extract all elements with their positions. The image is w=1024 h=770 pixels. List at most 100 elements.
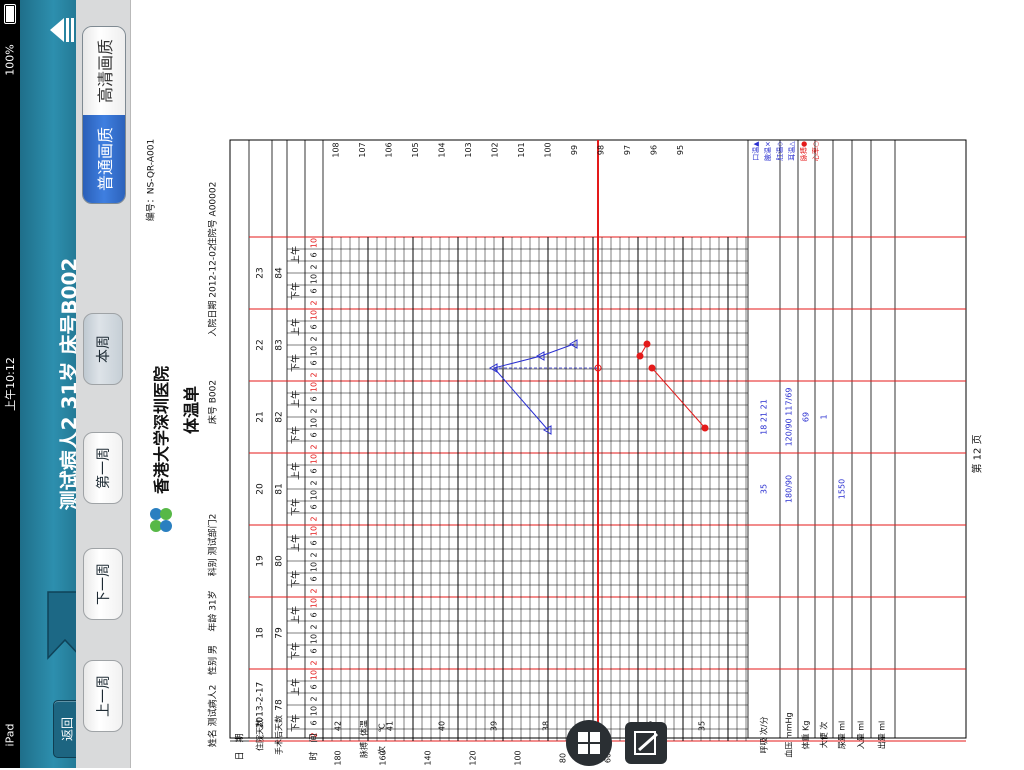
- hour-label: 6: [310, 468, 319, 473]
- day-date: 21: [256, 411, 266, 422]
- temperature-chart: 2013-2-17 78上午下午2610261018 79上午下午261026101…: [229, 139, 967, 766]
- row-label-hosp-days: 住院天数: [255, 719, 265, 751]
- day-hosp-days: 81: [275, 483, 285, 494]
- pm-label: 下午: [290, 426, 302, 444]
- hour-label: 6: [310, 576, 319, 581]
- fahrenheit-tick: 95: [676, 145, 685, 155]
- hour-label: 6: [310, 396, 319, 401]
- pulse-line: [651, 367, 706, 429]
- fahrenheit-tick: 97: [623, 145, 632, 155]
- fahrenheit-tick: 103: [464, 142, 473, 157]
- hour-label: 2: [310, 552, 319, 557]
- hour-label: 2: [310, 660, 319, 665]
- row-label-intake: 入量 ml: [857, 721, 866, 750]
- grid-icon: [578, 732, 600, 754]
- hour-label: 2: [310, 408, 319, 413]
- hour-label: 2: [310, 336, 319, 341]
- day-hosp-days: 78: [275, 699, 285, 711]
- hour-label: 10: [310, 274, 319, 284]
- hour-label: 2: [310, 624, 319, 629]
- am-label: 上午: [290, 462, 302, 480]
- temp-tick: 41: [386, 721, 395, 731]
- hour-label: 10: [310, 526, 319, 536]
- hour-label: 6: [310, 648, 319, 653]
- fahrenheit-tick: 96: [650, 145, 659, 155]
- pulse-tick: 180: [334, 750, 343, 765]
- hour-label: 2: [310, 480, 319, 485]
- am-label: 上午: [290, 534, 302, 552]
- pulse-tick: 140: [424, 750, 433, 765]
- hour-label: 10: [310, 346, 319, 356]
- vital-resp: 18 21 21: [760, 399, 769, 435]
- day-date: 23: [256, 267, 266, 278]
- row-label-resp: 呼吸 次/分: [759, 716, 769, 753]
- hour-label: 6: [310, 612, 319, 617]
- hour-label: 10: [310, 382, 319, 392]
- pulse-tick: 100: [514, 750, 523, 765]
- hour-label: 6: [310, 324, 319, 329]
- hour-label: 2: [310, 516, 319, 521]
- pm-label: 下午: [290, 282, 302, 300]
- hour-label: 6: [310, 720, 319, 725]
- fahrenheit-tick: 99: [570, 145, 579, 155]
- hour-label: 2: [310, 300, 319, 305]
- hour-label: 6: [310, 252, 319, 257]
- am-label: 上午: [290, 606, 302, 624]
- row-label-bp: 血压 mmHg: [784, 712, 794, 757]
- hour-label: 6: [310, 432, 319, 437]
- temp-tick: 40: [438, 721, 447, 731]
- hour-label: 2: [310, 696, 319, 701]
- fahrenheit-tick: 107: [358, 142, 367, 157]
- pm-label: 下午: [290, 570, 302, 588]
- edit-button[interactable]: [625, 722, 667, 764]
- day-date: 22: [256, 339, 266, 350]
- temp-tick: 35: [698, 721, 707, 731]
- vital-weight: 69: [802, 412, 811, 422]
- hour-label: 10: [310, 490, 319, 500]
- hour-label: 6: [310, 684, 319, 689]
- hour-label: 6: [310, 288, 319, 293]
- hour-label: 6: [310, 540, 319, 545]
- vital-bp: 180/90: [785, 475, 794, 503]
- am-label: 上午: [290, 318, 302, 336]
- fahrenheit-tick: 108: [332, 142, 341, 157]
- pulse-point: [701, 424, 709, 432]
- fahrenheit-tick: 101: [517, 142, 526, 157]
- temp-tick: 39: [490, 721, 499, 731]
- hour-label: 10: [310, 706, 319, 716]
- day-date: 18: [256, 627, 266, 639]
- row-label-urine: 尿量 ml: [838, 721, 847, 750]
- hour-label: 2: [310, 588, 319, 593]
- hour-label: 2: [310, 372, 319, 377]
- row-label-date: 日 期: [235, 733, 246, 760]
- pulse-point: [636, 352, 644, 360]
- am-label: 上午: [290, 390, 302, 408]
- temp-tick: 42: [334, 721, 343, 731]
- legend-entry: 耳温△: [787, 141, 796, 161]
- legend-entry: 口温▲: [751, 141, 760, 161]
- hour-label: 10: [310, 562, 319, 572]
- fahrenheit-tick: 100: [544, 142, 553, 157]
- hour-label: 10: [310, 670, 319, 680]
- grid-view-button[interactable]: [566, 720, 612, 766]
- day-hosp-days: 84: [275, 267, 285, 279]
- hour-label: 10: [310, 238, 319, 248]
- hour-label: 6: [310, 504, 319, 509]
- pm-label: 下午: [290, 498, 302, 516]
- pulse-axis-unit: 次: [377, 746, 387, 754]
- fahrenheit-tick: 104: [438, 142, 447, 157]
- vital-urine: 1550: [838, 479, 847, 499]
- day-hosp-days: 80: [275, 555, 285, 567]
- pulse-point: [648, 364, 656, 372]
- pm-label: 下午: [290, 714, 302, 732]
- hour-label: 10: [310, 634, 319, 644]
- hour-label: 10: [310, 454, 319, 464]
- day-hosp-days: 79: [275, 627, 285, 639]
- row-label-weight: 体重 Kg: [801, 721, 811, 750]
- row-label-op-days: 手术后天数: [274, 715, 284, 755]
- hour-label: 10: [310, 310, 319, 320]
- vital-stool: 1: [820, 414, 829, 419]
- legend-entry: 心率○: [811, 141, 820, 161]
- temp-axis-unit: ℃: [378, 723, 387, 732]
- day-hosp-days: 82: [275, 411, 285, 422]
